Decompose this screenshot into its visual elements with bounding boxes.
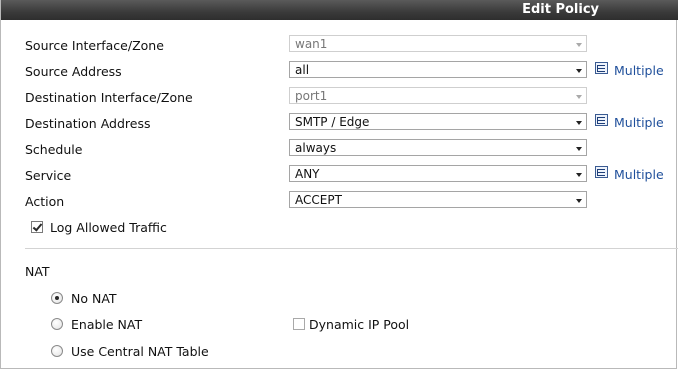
destination-address-value: SMTP / Edge: [295, 115, 370, 129]
section-divider: [25, 248, 678, 249]
chevron-down-icon: [576, 95, 582, 99]
service-label: Service: [25, 168, 72, 183]
multiple-list-icon: [595, 166, 608, 178]
chevron-down-icon: [576, 173, 582, 177]
multiple-label: Multiple: [614, 167, 664, 182]
row-action: Action ACCEPT: [25, 191, 675, 213]
multiple-label: Multiple: [614, 115, 664, 130]
multiple-list-icon: [595, 62, 608, 74]
source-address-label: Source Address: [25, 64, 122, 79]
service-value: ANY: [295, 167, 320, 181]
action-value: ACCEPT: [295, 193, 342, 207]
source-interface-value: wan1: [295, 37, 328, 51]
row-source-interface: Source Interface/Zone wan1: [25, 35, 675, 57]
nat-section-label: NAT: [25, 264, 50, 279]
enable-nat-label: Enable NAT: [71, 317, 143, 332]
radio-central-nat-table[interactable]: [51, 345, 63, 357]
radio-enable-nat[interactable]: [51, 318, 63, 330]
row-destination-interface: Destination Interface/Zone port1: [25, 87, 675, 109]
row-service: Service ANY Multiple: [25, 165, 675, 187]
destination-address-label: Destination Address: [25, 116, 151, 131]
central-nat-table-label: Use Central NAT Table: [71, 344, 209, 359]
dynamic-ip-pool-label: Dynamic IP Pool: [309, 317, 410, 332]
source-address-value: all: [295, 63, 310, 77]
chevron-down-icon: [576, 69, 582, 73]
chevron-down-icon: [576, 121, 582, 125]
schedule-value: always: [295, 141, 337, 155]
chevron-down-icon: [576, 199, 582, 203]
action-select[interactable]: ACCEPT: [289, 191, 587, 208]
row-source-address: Source Address all Multiple: [25, 61, 675, 83]
row-schedule: Schedule always: [25, 139, 675, 161]
source-interface-select[interactable]: wan1: [289, 35, 587, 52]
edit-policy-panel: Edit Policy Source Interface/Zone wan1 S…: [0, 0, 678, 369]
source-interface-label: Source Interface/Zone: [25, 38, 164, 53]
source-address-select[interactable]: all: [289, 61, 587, 78]
destination-interface-select[interactable]: port1: [289, 87, 587, 104]
chevron-down-icon: [576, 43, 582, 47]
title-bar: Edit Policy: [1, 0, 678, 20]
action-label: Action: [25, 194, 65, 209]
destination-interface-label: Destination Interface/Zone: [25, 90, 193, 105]
log-allowed-traffic-label: Log Allowed Traffic: [50, 220, 167, 235]
schedule-label: Schedule: [25, 142, 83, 157]
service-select[interactable]: ANY: [289, 165, 587, 182]
multiple-label: Multiple: [614, 63, 664, 78]
chevron-down-icon: [576, 147, 582, 151]
log-allowed-traffic-checkbox[interactable]: [31, 221, 43, 233]
destination-address-select[interactable]: SMTP / Edge: [289, 113, 587, 130]
schedule-select[interactable]: always: [289, 139, 587, 156]
no-nat-label: No NAT: [71, 291, 117, 306]
multiple-list-icon: [595, 114, 608, 126]
dynamic-ip-pool-checkbox[interactable]: [293, 318, 305, 330]
destination-interface-value: port1: [295, 89, 328, 103]
row-destination-address: Destination Address SMTP / Edge Multiple: [25, 113, 675, 135]
radio-no-nat[interactable]: [51, 292, 63, 304]
page-title: Edit Policy: [522, 2, 599, 17]
